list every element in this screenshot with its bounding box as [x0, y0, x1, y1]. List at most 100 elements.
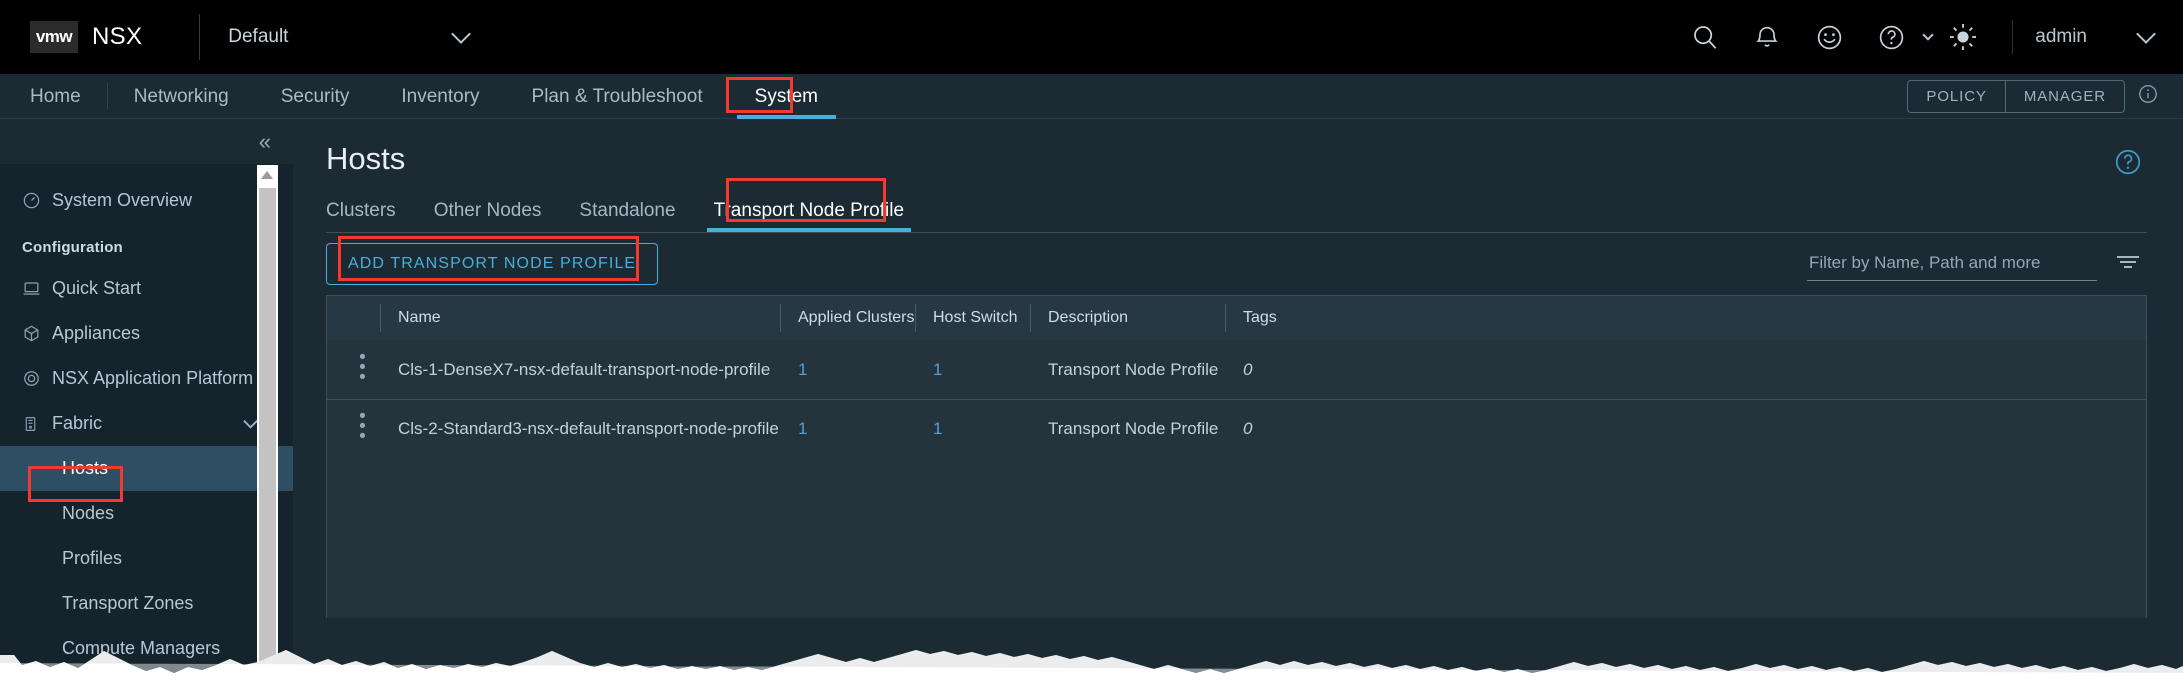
collapse-sidebar-icon[interactable]: «: [259, 130, 271, 153]
nav-item-plan-troubleshoot[interactable]: Plan & Troubleshoot: [506, 74, 729, 119]
table-header-tags[interactable]: Tags: [1225, 296, 2146, 340]
scroll-up-icon[interactable]: [261, 171, 273, 179]
sidebar-nav-list: System Overview Configuration Quick Star…: [0, 164, 293, 671]
sidebar-item-label: Nodes: [62, 503, 115, 523]
sidebar-item-nodes[interactable]: Nodes: [0, 491, 293, 536]
sidebar-item-label: Appliances: [52, 323, 141, 343]
header-divider: [199, 14, 201, 60]
sidebar-item-label: Fabric: [52, 413, 103, 433]
header-divider-2: [2012, 20, 2014, 54]
main-content: Hosts Clusters Other Nodes Standalone Tr…: [293, 119, 2183, 681]
row-actions-menu[interactable]: • • •: [327, 407, 380, 446]
filter-input[interactable]: [1807, 249, 2097, 281]
sidebar-item-label: Hosts: [62, 458, 109, 478]
sidebar-item-label: NSX Application Platform: [52, 368, 254, 388]
kebab-menu-icon[interactable]: • • •: [359, 348, 366, 387]
cell-host-switch[interactable]: 1: [915, 419, 1030, 439]
policy-mode-button[interactable]: POLICY: [1908, 81, 2004, 112]
sidebar-item-label: Transport Zones: [62, 593, 194, 613]
sidebar-section-configuration: Configuration: [22, 239, 123, 256]
nav-item-inventory[interactable]: Inventory: [375, 74, 505, 119]
platform-icon: [22, 369, 52, 388]
cell-applied-clusters[interactable]: 1: [780, 360, 915, 380]
sidebar-item-appliances[interactable]: Appliances: [0, 311, 293, 356]
page-help-icon[interactable]: [2113, 147, 2143, 182]
sidebar-item-system-overview[interactable]: System Overview: [0, 178, 293, 223]
dashboard-icon: [22, 191, 52, 210]
manager-mode-button[interactable]: MANAGER: [2004, 80, 2124, 112]
vmware-logo: vmw: [30, 21, 78, 53]
filter-area: [1807, 249, 2141, 281]
table-row[interactable]: • • • Cls-1-DenseX7-nsx-default-transport-…: [327, 340, 2146, 399]
brand: vmw NSX: [0, 21, 142, 53]
bell-icon[interactable]: [1736, 0, 1798, 74]
server-icon: [22, 415, 52, 433]
cell-description: Transport Node Profile: [1048, 419, 1219, 438]
nsx-app-window: vmw NSX Default admin Home Networking Se…: [0, 0, 2183, 681]
sidebar-item-fabric[interactable]: Fabric: [0, 401, 293, 446]
info-icon[interactable]: [2137, 83, 2159, 110]
scrollbar-thumb[interactable]: [259, 188, 276, 681]
content-tabs: Clusters Other Nodes Standalone Transpor…: [293, 191, 2183, 233]
tenant-selector[interactable]: Default: [228, 24, 472, 48]
chevron-down-icon[interactable]: [2136, 24, 2156, 44]
sidebar-item-label: System Overview: [52, 190, 193, 210]
header-actions: admin: [1674, 0, 2183, 74]
help-icon[interactable]: [1860, 0, 1922, 74]
laptop-icon: [22, 279, 52, 298]
smiley-icon[interactable]: [1798, 0, 1860, 74]
sidebar-item-nsx-application-platform[interactable]: NSX Application Platform: [0, 356, 293, 401]
page-title: Hosts: [326, 141, 406, 176]
product-name: NSX: [92, 23, 143, 50]
search-icon[interactable]: [1674, 0, 1736, 74]
table-header-host-switch[interactable]: Host Switch: [915, 296, 1030, 340]
add-transport-node-profile-button[interactable]: ADD TRANSPORT NODE PROFILE: [326, 243, 659, 285]
nav-item-security[interactable]: Security: [255, 74, 376, 119]
cell-tags: 0: [1243, 359, 1253, 379]
filter-icon[interactable]: [2115, 252, 2141, 277]
nav-item-home[interactable]: Home: [0, 74, 107, 119]
table-header-name[interactable]: Name: [380, 296, 780, 340]
sidebar-scrollbar[interactable]: [257, 165, 278, 681]
sidebar-item-transport-zones[interactable]: Transport Zones: [0, 581, 293, 626]
tab-standalone[interactable]: Standalone: [560, 200, 694, 233]
help-menu[interactable]: [1860, 0, 1934, 74]
chevron-down-icon: [451, 24, 472, 44]
cell-name: Cls-2-Standard3-nsx-default-transport-no…: [398, 419, 779, 438]
nav-mode-switch: POLICY MANAGER: [1907, 79, 2183, 113]
sidebar-header: «: [0, 119, 293, 164]
sidebar-item-profiles[interactable]: Profiles: [0, 536, 293, 581]
table-toolbar: ADD TRANSPORT NODE PROFILE: [293, 233, 2183, 295]
cube-icon: [22, 324, 52, 343]
username-label[interactable]: admin: [2035, 26, 2087, 48]
cell-name: Cls-1-DenseX7-nsx-default-transport-node…: [398, 359, 771, 379]
nav-item-networking[interactable]: Networking: [108, 74, 255, 119]
sidebar-item-label: Quick Start: [52, 278, 142, 298]
sidebar-item-compute-managers[interactable]: Compute Managers: [0, 626, 293, 671]
brightness-icon[interactable]: [1932, 0, 1994, 74]
policy-manager-toggle[interactable]: POLICY MANAGER: [1907, 79, 2125, 113]
cell-applied-clusters[interactable]: 1: [780, 419, 915, 439]
tab-other-nodes[interactable]: Other Nodes: [415, 200, 561, 233]
tenant-label: Default: [228, 26, 289, 47]
table-row[interactable]: • • • Cls-2-Standard3-nsx-default-transpor…: [327, 399, 2146, 458]
row-actions-menu[interactable]: • • •: [327, 348, 380, 387]
nav-item-system[interactable]: System: [729, 74, 844, 119]
cell-host-switch[interactable]: 1: [915, 360, 1030, 380]
cell-tags: 0: [1243, 419, 1253, 438]
sidebar-item-quick-start[interactable]: Quick Start: [0, 266, 293, 311]
primary-nav-bar: Home Networking Security Inventory Plan …: [0, 74, 2183, 119]
table-header-description[interactable]: Description: [1030, 296, 1225, 340]
sidebar-item-hosts[interactable]: Hosts: [0, 446, 293, 491]
sidebar-item-label: Compute Managers: [62, 638, 221, 658]
table-header-applied-clusters[interactable]: Applied Clusters: [780, 296, 915, 340]
tab-transport-node-profile[interactable]: Transport Node Profile: [695, 200, 923, 233]
tab-clusters[interactable]: Clusters: [326, 200, 415, 233]
top-header-bar: vmw NSX Default admin: [0, 0, 2183, 74]
cell-description: Transport Node Profile: [1048, 359, 1219, 379]
transport-node-profile-table: Name Applied Clusters Host Switch Descri…: [326, 295, 2147, 458]
table-header-actions: [327, 296, 380, 340]
table-empty-area: [326, 458, 2147, 618]
kebab-menu-icon[interactable]: • • •: [359, 407, 366, 446]
left-sidebar: « System Overview Configuration Quick St…: [0, 119, 293, 681]
